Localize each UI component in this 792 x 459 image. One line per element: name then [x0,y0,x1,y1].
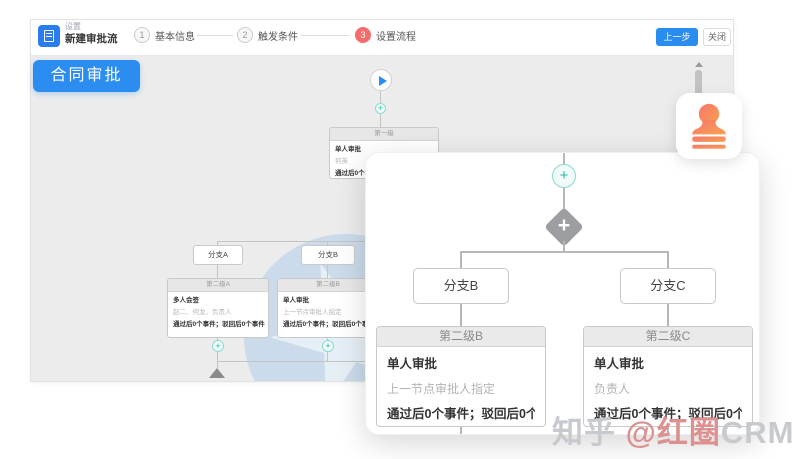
step-label: 触发条件 [258,28,298,43]
flow-connector [327,352,328,361]
branch-node-b[interactable]: 分支B [413,268,509,304]
step-set-process[interactable]: 3 设置流程 [355,27,416,43]
previous-step-button[interactable]: 上一步 [656,28,698,46]
node-type: 单人审批 [387,352,535,377]
node-events: 通过后0个事件；驳回后0个事件 [387,402,535,427]
screenshot-stage: 设置 新建审批流 1 基本信息 2 触发条件 3 设置流程 上一步 关闭 [0,0,792,459]
step-number-badge: 1 [134,27,150,43]
step-basic-info[interactable]: 1 基本信息 [134,27,195,43]
approval-node-level2b[interactable]: 第二级B 单人审批 上一节点审批人指定 通过后0个事件；驳回后0个事件 [277,278,379,338]
flow-connector [327,265,328,278]
branch-node-a[interactable]: 分支A [193,245,243,265]
step-number-badge: 2 [237,27,253,43]
node-type: 单人审批 [278,295,378,307]
branch-node-b[interactable]: 分支B [301,245,355,265]
node-title: 第二级B [377,327,545,347]
node-title: 第二级B [278,279,378,292]
flow-connector [460,251,462,268]
flow-name-label: 合同审批 [33,60,140,92]
node-events: 通过后0个事件；驳回后0个事件 [278,319,378,331]
flow-connector [563,241,565,251]
node-title: 第二级C [584,327,752,347]
node-type: 单人审批 [594,352,742,377]
flow-connector [667,251,669,268]
node-title: 第一级 [330,128,438,141]
play-icon [379,76,387,86]
step-connector [197,35,233,36]
step-trigger-condition[interactable]: 2 触发条件 [237,27,298,43]
window-header: 设置 新建审批流 1 基本信息 2 触发条件 3 设置流程 上一步 关闭 [31,20,733,56]
flow-end-marker[interactable] [209,368,225,378]
window-subtitle: 设置 [65,23,118,31]
flow-connector [460,427,462,435]
flow-connector [217,265,218,278]
branch-split-line [460,251,669,253]
flow-connector [217,361,218,368]
watermark-site: 知乎 [552,415,626,450]
approval-node-level2a[interactable]: 第二级A 多人会签 赵二、何龙、负责人 通过后0个事件；驳回后0个事件 [167,278,269,338]
node-assignee: 赵二、何龙、负责人 [168,307,268,319]
flow-start-node[interactable] [370,69,392,91]
step-label: 基本信息 [155,28,195,43]
add-node-button[interactable]: + [212,340,224,352]
flow-connector [380,114,381,127]
node-events: 通过后0个事件；驳回后0个事件 [168,319,268,331]
zoomed-flow-panel: + + 分支B 分支C 第二级B 单人审批 上一节点审批人指定 通过后0个事件；… [365,152,760,435]
watermark-credit: 知乎 @红圈CRM [552,407,792,452]
add-node-button[interactable]: + [552,164,576,188]
step-connector [301,35,349,36]
flow-connector [460,304,462,326]
flow-connector [563,153,565,164]
add-node-button[interactable]: + [322,340,334,352]
window-titles: 设置 新建审批流 [65,23,118,45]
flow-connector [217,352,218,361]
add-node-button[interactable]: + [375,103,386,114]
app-form-icon [38,25,60,47]
close-button[interactable]: 关闭 [703,28,731,46]
scrollbar-up-arrow[interactable] [695,62,703,67]
flow-connector [667,304,669,326]
node-type: 多人会签 [168,295,268,307]
watermark-suffix: CRM [721,415,792,450]
step-number-badge: 3 [355,27,371,43]
window-title: 新建审批流 [65,34,118,45]
node-assignee: 上一节点审批人指定 [387,377,535,402]
branch-node-c[interactable]: 分支C [620,268,716,304]
plus-icon: + [550,213,578,241]
node-assignee: 负责人 [594,377,742,402]
stamp-card [676,93,742,159]
node-title: 第二级A [168,279,268,292]
watermark-handle: @红圈 [626,415,721,450]
step-label: 设置流程 [376,28,416,43]
approval-node-level2b-zoomed[interactable]: 第二级B 单人审批 上一节点审批人指定 通过后0个事件；驳回后0个事件 [376,326,546,427]
stamp-icon [687,102,731,150]
node-assignee: 上一节点审批人指定 [278,307,378,319]
